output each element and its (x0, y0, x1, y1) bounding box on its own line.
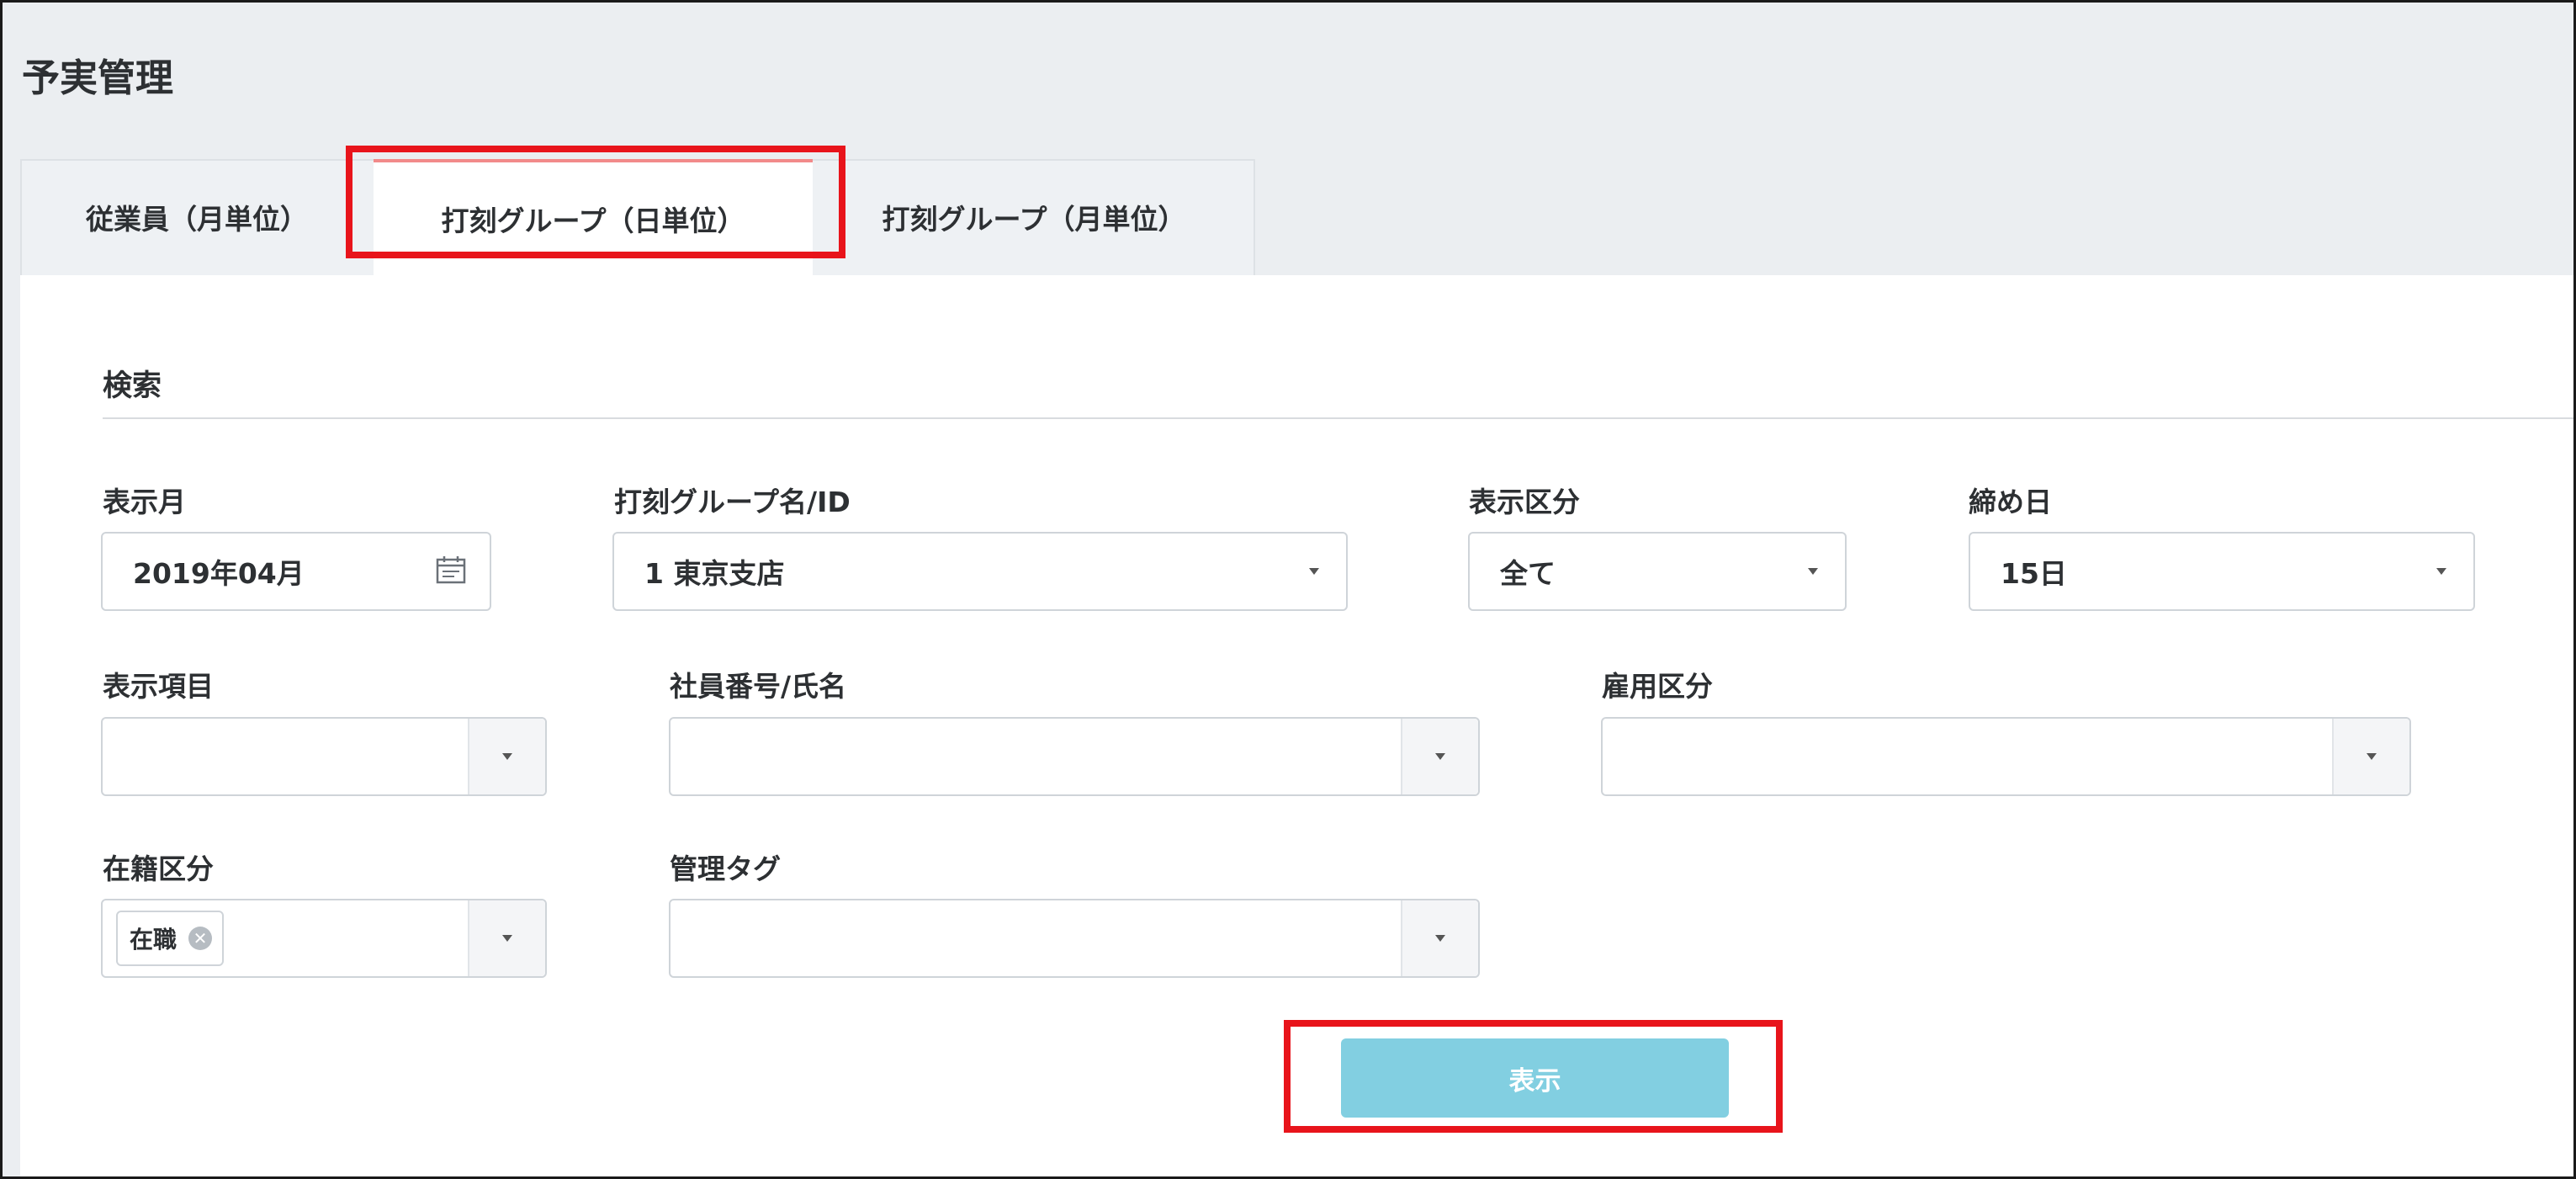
tab-employee-monthly[interactable]: 従業員（月単位） (20, 159, 374, 275)
closing-day-label: 締め日 (1969, 486, 2052, 518)
dropdown-toggle[interactable] (2332, 719, 2409, 794)
section-divider (103, 417, 2573, 419)
calendar-icon[interactable] (436, 555, 466, 587)
chevron-down-icon (502, 753, 512, 760)
management-tag-select[interactable] (669, 899, 1480, 978)
search-section-title: 検索 (103, 369, 162, 403)
chevron-down-icon (1309, 568, 1319, 575)
management-tag-label: 管理タグ (670, 852, 781, 885)
chevron-down-icon (1435, 935, 1445, 942)
enrollment-select[interactable]: 在職 ✕ (101, 899, 547, 978)
employee-select[interactable] (669, 717, 1480, 796)
dropdown-toggle[interactable] (1401, 900, 1478, 976)
dropdown-toggle[interactable] (1401, 719, 1478, 794)
enrollment-chip: 在職 ✕ (116, 911, 225, 966)
chevron-down-icon (2367, 753, 2377, 760)
chevron-down-icon (1435, 753, 1445, 760)
display-month-input[interactable]: 2019年04月 (101, 532, 491, 611)
display-items-select[interactable] (101, 717, 547, 796)
employee-label: 社員番号/氏名 (670, 670, 847, 703)
enrollment-label: 在籍区分 (103, 852, 214, 885)
button-highlight-box (1284, 1020, 1783, 1133)
remove-chip-icon[interactable]: ✕ (188, 927, 213, 950)
page-title: 予実管理 (22, 56, 174, 100)
chevron-down-icon (2436, 568, 2446, 575)
display-category-label: 表示区分 (1469, 486, 1580, 518)
group-label: 打刻グループ名/ID (614, 486, 851, 518)
display-category-value: 全て (1500, 557, 1556, 590)
chip-label: 在職 (130, 926, 178, 953)
tab-group-monthly[interactable]: 打刻グループ（月単位） (813, 159, 1255, 275)
tab-highlight-box (346, 146, 845, 258)
chevron-down-icon (1808, 568, 1818, 575)
display-items-label: 表示項目 (103, 670, 214, 703)
employment-type-select[interactable] (1601, 717, 2411, 796)
display-month-value: 2019年04月 (133, 557, 305, 590)
dropdown-toggle[interactable] (468, 719, 545, 794)
dropdown-toggle[interactable] (468, 900, 545, 976)
display-month-label: 表示月 (103, 486, 186, 518)
chevron-down-icon (502, 935, 512, 942)
closing-day-value: 15日 (2001, 557, 2067, 590)
employment-type-label: 雇用区分 (1602, 670, 1713, 703)
display-category-select[interactable]: 全て (1468, 532, 1847, 611)
group-value: 1 東京支店 (644, 557, 785, 590)
closing-day-select[interactable]: 15日 (1969, 532, 2475, 611)
group-select[interactable]: 1 東京支店 (612, 532, 1348, 611)
